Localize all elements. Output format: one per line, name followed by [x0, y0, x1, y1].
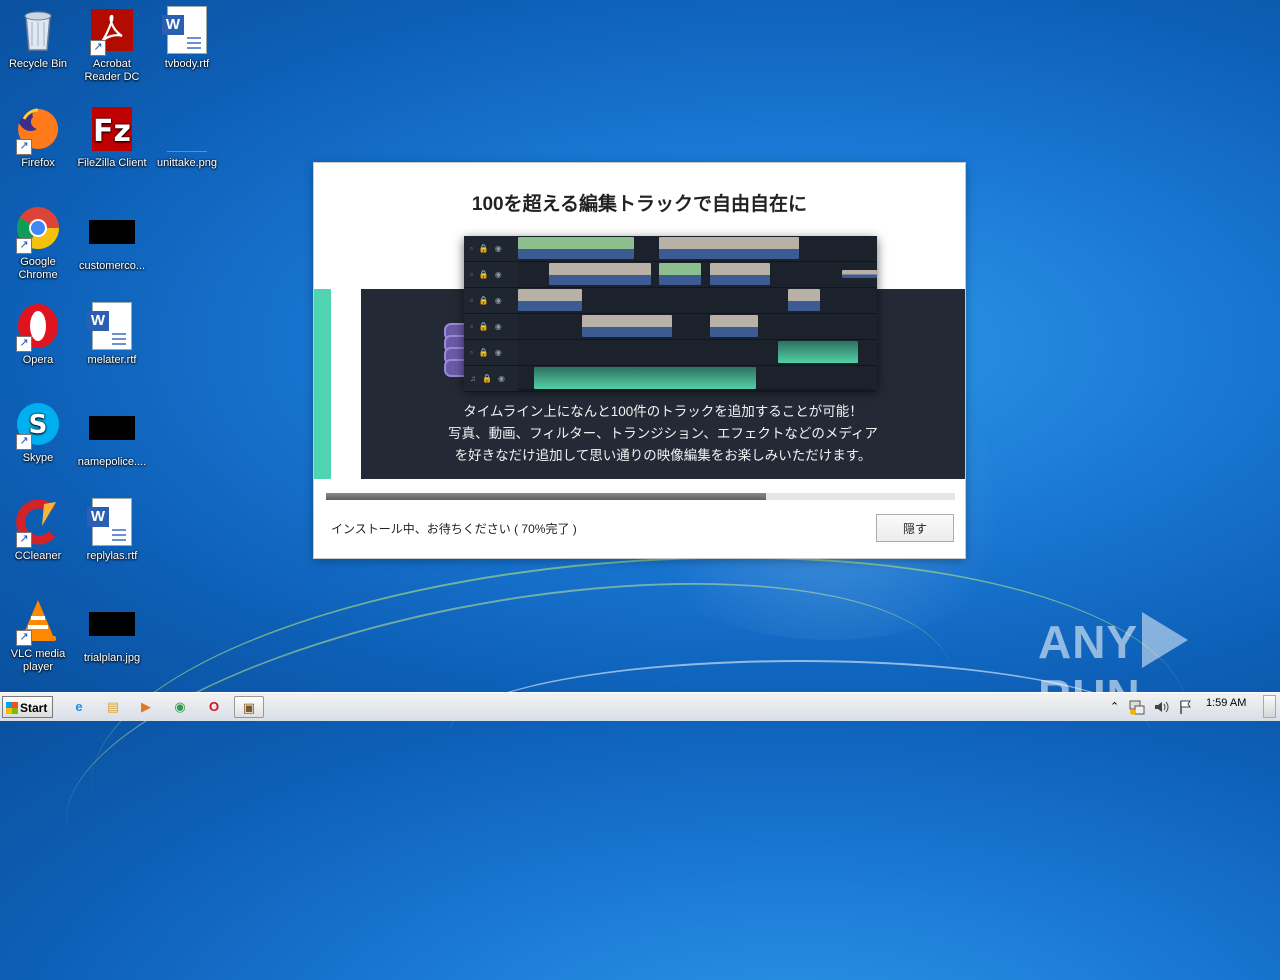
black-file-icon: [89, 416, 135, 440]
taskbar-explorer-button[interactable]: ▤: [101, 696, 125, 718]
desktop-icon-label: VLC media player: [10, 648, 66, 673]
desktop-icon-label: customerco...: [78, 260, 146, 272]
desktop-icon-label: unittake.png: [157, 157, 217, 169]
shortcut-arrow-icon: ↗: [90, 40, 106, 56]
taskbar-chrome-button[interactable]: ◉: [168, 696, 192, 718]
desktop-icon-label: Recycle Bin: [8, 58, 68, 70]
taskbar: Start e ▤ ▶ ◉ O ▣ ⌃ 1:59 AM: [0, 692, 1280, 721]
desktop-icon-acrobat[interactable]: ↗ Acrobat Reader DC: [74, 6, 150, 84]
word-document-icon: W: [87, 302, 136, 350]
file-explorer-icon: ▤: [106, 699, 120, 714]
install-progress-bar: [326, 493, 955, 500]
watermark-text-left: ANY: [1038, 616, 1139, 668]
show-desktop-button[interactable]: [1263, 695, 1276, 718]
acrobat-reader-icon: ↗: [88, 6, 136, 56]
installer-title: 100を超える編集トラックで自由自在に: [471, 194, 808, 215]
windows-logo-icon: [6, 702, 18, 714]
black-file-icon: [89, 220, 135, 244]
desktop-icon-recycle-bin[interactable]: Recycle Bin: [0, 6, 76, 71]
chevron-up-icon: ⌃: [1110, 701, 1120, 713]
word-document-icon: W: [87, 498, 136, 546]
desktop-icon-label: Google Chrome: [18, 256, 58, 281]
image-file-icon: [163, 105, 211, 153]
desktop-icon-label: Skype: [22, 452, 54, 464]
opera-icon: O: [208, 699, 220, 714]
desktop-icon-label: trialplan.jpg: [83, 652, 141, 664]
description-line: を好きなだけ追加して思い通りの映像編集をお楽しみいただけます。: [454, 448, 872, 463]
ccleaner-icon: ↗: [14, 498, 62, 548]
desktop-icon-namepolice[interactable]: namepolice....: [74, 404, 150, 469]
desktop-icon-unittake[interactable]: unittake.png: [149, 105, 225, 170]
taskbar-opera-button[interactable]: O: [202, 696, 226, 718]
accent-bar: [314, 289, 331, 479]
desktop-icon-customerco[interactable]: customerco...: [74, 208, 150, 273]
tray-expand-button[interactable]: ⌃: [1110, 696, 1119, 718]
desktop-icon-tvbody[interactable]: W tvbody.rtf: [149, 6, 225, 71]
desktop-icon-chrome[interactable]: ↗ Google Chrome: [0, 204, 76, 282]
desktop-icon-label: Acrobat Reader DC: [84, 58, 140, 83]
installer-task-icon: ▣: [242, 700, 256, 715]
media-player-icon: ▶: [141, 699, 151, 714]
desktop-icon-ccleaner[interactable]: ↗ CCleaner: [0, 498, 76, 563]
firefox-icon: ↗: [14, 105, 62, 155]
hide-button[interactable]: 隠す: [876, 514, 954, 542]
shortcut-arrow-icon: ↗: [16, 630, 32, 646]
desktop-icon-label: tvbody.rtf: [164, 58, 210, 70]
progress-fill: [326, 493, 767, 500]
desktop-icon-label: namepolice....: [77, 456, 147, 468]
desktop-icon-opera[interactable]: ↗ Opera: [0, 302, 76, 367]
desktop-icon-trialplan[interactable]: trialplan.jpg: [74, 600, 150, 665]
timeline-illustration: ▫🔒◉ ▫🔒◉ ▫🔒◉ ▫🔒◉ ▫🔒◉ ♫🔒◉: [464, 236, 877, 392]
description-line: タイムライン上になんと100件のトラックを追加することが可能！: [463, 404, 863, 419]
taskbar-ie-button[interactable]: e: [67, 696, 91, 718]
description-line: 写真、動画、フィルター、トランジション、エフェクトなどのメディア: [448, 426, 878, 441]
desktop-icon-skype[interactable]: S ↗ Skype: [0, 400, 76, 465]
desktop-icon-replylas[interactable]: W replylas.rtf: [74, 498, 150, 563]
desktop-icon-melater[interactable]: W melater.rtf: [74, 302, 150, 367]
volume-icon[interactable]: [1153, 696, 1169, 718]
desktop-icon-label: replylas.rtf: [86, 550, 138, 562]
taskbar-media-player-button[interactable]: ▶: [134, 696, 158, 718]
desktop-icon-filezilla[interactable]: Fz FileZilla Client: [74, 105, 150, 170]
svg-text:Fz: Fz: [93, 114, 131, 149]
clock[interactable]: 1:59 AM: [1206, 697, 1246, 709]
skype-icon: S ↗: [14, 400, 62, 450]
play-logo-icon: [1142, 612, 1189, 668]
install-status-text: インストール中、お待ちください ( 70%完了 ): [331, 522, 577, 536]
internet-explorer-icon: e: [75, 699, 83, 714]
desktop-icon-label: FileZilla Client: [77, 157, 147, 169]
shortcut-arrow-icon: ↗: [16, 532, 32, 548]
desktop-icon-label: melater.rtf: [87, 354, 137, 366]
shortcut-arrow-icon: ↗: [16, 336, 32, 352]
feature-description: タイムライン上になんと100件のトラックを追加することが可能！ 写真、動画、フィ…: [361, 401, 965, 467]
start-button[interactable]: Start: [2, 696, 53, 718]
desktop-icon-vlc[interactable]: ↗ VLC media player: [0, 596, 76, 674]
shortcut-arrow-icon: ↗: [16, 238, 32, 254]
chrome-icon: ◉: [174, 699, 186, 714]
desktop-icon-label: CCleaner: [14, 550, 62, 562]
filezilla-icon: Fz: [88, 105, 136, 153]
network-icon[interactable]: [1128, 696, 1146, 718]
black-file-icon: [89, 612, 135, 636]
desktop-icon-label: Firefox: [21, 157, 55, 169]
installer-window: 100を超える編集トラックで自由自在に ▫🔒◉ ▫🔒◉ ▫🔒◉ ▫🔒◉ ▫🔒◉ …: [314, 163, 965, 558]
desktop-icon-firefox[interactable]: ↗ Firefox: [0, 105, 76, 170]
chrome-icon: ↗: [14, 204, 62, 254]
start-label: Start: [20, 701, 48, 715]
taskbar-installer-button[interactable]: ▣: [234, 696, 264, 718]
word-document-icon: W: [162, 6, 211, 54]
vlc-icon: ↗: [14, 596, 62, 646]
action-center-flag-icon[interactable]: [1178, 696, 1194, 718]
desktop-icon-label: Opera: [22, 354, 54, 366]
recycle-bin-icon: [14, 6, 62, 54]
opera-icon: ↗: [14, 302, 62, 352]
shortcut-arrow-icon: ↗: [16, 139, 32, 155]
shortcut-arrow-icon: ↗: [16, 434, 32, 450]
